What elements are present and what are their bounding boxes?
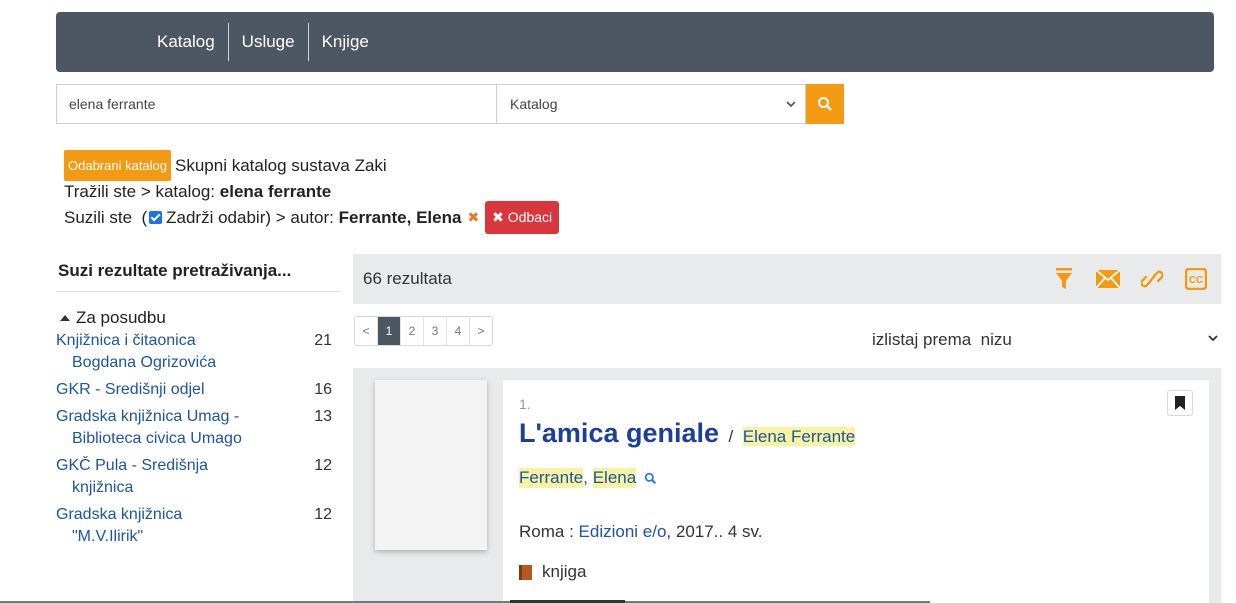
pagination-page[interactable]: 4 (447, 317, 470, 345)
pub-details: , 2017.. 4 sv. (666, 522, 763, 541)
facet-item[interactable]: Knjižnica i čitaonica Bogdana Ogrizovića … (56, 330, 340, 374)
narrowed-prefix: Suzili ste (64, 207, 133, 227)
facet-item-count: 12 (314, 506, 332, 523)
link-icon[interactable] (1137, 264, 1167, 294)
top-navbar: Katalog Usluge Knjige (56, 12, 1214, 72)
sort-select[interactable]: izlistaj prema nizu (872, 330, 1012, 350)
facet-item[interactable]: Gradska knjižnica "M.V.Ilirik" 12 (56, 504, 340, 548)
narrowed-row: Suzili ste (Zadrži odabir) > autor: Ferr… (64, 200, 560, 234)
facet-item[interactable]: GKČ Pula - Središnja knjižnica 12 (56, 455, 340, 499)
facet-group-header[interactable]: Za posudbu (56, 308, 340, 328)
result-number: 1. (519, 396, 531, 412)
pagination-page[interactable]: 3 (424, 317, 447, 345)
bookmark-button[interactable] (1167, 390, 1193, 416)
narrowed-field: > autor: (275, 207, 334, 227)
remove-filter-icon[interactable]: ✖ (467, 205, 479, 230)
book-cover[interactable] (375, 380, 487, 550)
responsibility-statement: Elena Ferrante (742, 427, 856, 446)
facet-item-name: Gradska knjižnica Umag - Biblioteca civic… (56, 406, 266, 450)
results-header: 66 rezultata CC (353, 254, 1221, 304)
nav-usluge[interactable]: Usluge (229, 23, 308, 61)
search-input[interactable] (56, 84, 496, 124)
facet-group-label: Za posudbu (76, 308, 166, 327)
results-count: 66 rezultata (363, 269, 452, 288)
results-toolbar: CC (1049, 264, 1211, 294)
pagination-next[interactable]: > (470, 317, 492, 345)
result-title-row: L'amica geniale / Elena Ferrante (519, 418, 856, 449)
close-icon: ✖ (492, 208, 508, 225)
pagination: < 1 2 3 4 > (354, 316, 493, 346)
pagination-page[interactable]: 2 (401, 317, 424, 345)
facet-item-line: Knjižnica i čitaonica (56, 332, 196, 349)
searched-term: elena ferrante (219, 181, 332, 201)
facet-item-line: Gradska knjižnica Umag - (56, 408, 240, 425)
facet-item[interactable]: GKR - Središnji odjel 16 (56, 379, 340, 401)
facet-item-count: 12 (314, 457, 332, 474)
sort-value: nizu (980, 330, 1012, 349)
search-bar: Katalog (56, 84, 844, 124)
facet-item-line: "M.V.Ilirik" (72, 528, 144, 545)
facet-item-count: 13 (314, 408, 332, 425)
result-author: Ferrante, Elena (519, 468, 657, 488)
search-scope-select[interactable]: Katalog (496, 84, 806, 124)
filter-icon[interactable] (1049, 264, 1079, 294)
pub-place: Roma : (519, 522, 574, 541)
catalog-row: Odabrani katalog Skupni katalog sustava … (64, 149, 559, 181)
nav-knjige[interactable]: Knjige (309, 23, 382, 61)
facet-item[interactable]: Gradska knjižnica Umag - Biblioteca civic… (56, 406, 340, 450)
narrowed-value: Ferrante, Elena (338, 207, 462, 227)
facet-item-line: GKČ Pula - Središnja (56, 457, 209, 474)
result-body: 1. L'amica geniale / Elena Ferrante Ferr… (503, 380, 1209, 603)
discard-label: Odbaci (507, 208, 553, 225)
search-button[interactable] (806, 84, 844, 124)
author-separator: , (583, 468, 588, 487)
facet-item-name: GKČ Pula - Središnja knjižnica (56, 455, 266, 499)
sort-label: izlistaj prema (872, 330, 972, 349)
keep-selection-label: Zadrži odabir) (166, 207, 272, 227)
search-scope-value: Katalog (510, 96, 558, 112)
search-summary: Odabrani katalog Skupni katalog sustava … (64, 149, 560, 234)
result-item: 1. L'amica geniale / Elena Ferrante Ferr… (353, 368, 1221, 603)
catalog-name: Skupni katalog sustava Zaki (175, 155, 387, 175)
chevron-down-icon[interactable] (1207, 332, 1219, 344)
result-title[interactable]: L'amica geniale (519, 418, 719, 448)
facet-item-line: GKR - Središnji odjel (56, 381, 205, 398)
publisher-link[interactable]: Edizioni e/o (579, 522, 667, 541)
searched-row: Tražili ste > katalog: elena ferrante (64, 178, 559, 204)
pagination-page[interactable]: 1 (378, 317, 401, 345)
facet-item-name: GKR - Središnji odjel (56, 379, 266, 401)
search-icon (818, 97, 832, 111)
chevron-up-icon (60, 315, 70, 321)
book-icon (519, 564, 532, 580)
citation-icon[interactable]: CC (1181, 264, 1211, 294)
facet-item-name: Knjižnica i čitaonica Bogdana Ogrizovića (56, 330, 266, 374)
selected-catalog-badge: Odabrani katalog (64, 149, 172, 181)
svg-text:CC: CC (1189, 275, 1203, 286)
facets-sidebar: Suzi rezultate pretraživanja... Za posud… (56, 253, 340, 553)
facet-item-line: Gradska knjižnica (56, 506, 183, 523)
facet-item-line: Bogdana Ogrizovića (72, 354, 217, 371)
email-icon[interactable] (1093, 264, 1123, 294)
facets-title: Suzi rezultate pretraživanja... (56, 253, 340, 292)
facet-list: Knjižnica i čitaonica Bogdana Ogrizovića … (56, 330, 340, 548)
author-last-name[interactable]: Ferrante (519, 468, 584, 488)
material-type: knjiga (519, 562, 586, 582)
facet-item-line: knjižnica (72, 479, 134, 496)
chevron-down-icon (786, 101, 796, 108)
facet-item-name: Gradska knjižnica "M.V.Ilirik" (56, 504, 266, 548)
nav-katalog[interactable]: Katalog (144, 23, 228, 61)
material-type-label: knjiga (542, 562, 587, 581)
facet-item-count: 16 (314, 381, 332, 398)
searched-prefix: Tražili ste > katalog: (64, 181, 216, 201)
author-first-name[interactable]: Elena (592, 468, 637, 488)
keep-selection-checkbox[interactable] (149, 210, 163, 224)
bookmark-icon (1175, 396, 1185, 410)
title-slash: / (728, 427, 734, 446)
publication-info: Roma : Edizioni e/o, 2017.. 4 sv. (519, 522, 763, 542)
facet-item-line: Biblioteca civica Umago (72, 430, 242, 447)
discard-button[interactable]: ✖ Odbaci (485, 200, 560, 234)
facet-item-count: 21 (314, 332, 332, 349)
pagination-prev[interactable]: < (355, 317, 378, 345)
search-icon[interactable] (644, 472, 657, 485)
